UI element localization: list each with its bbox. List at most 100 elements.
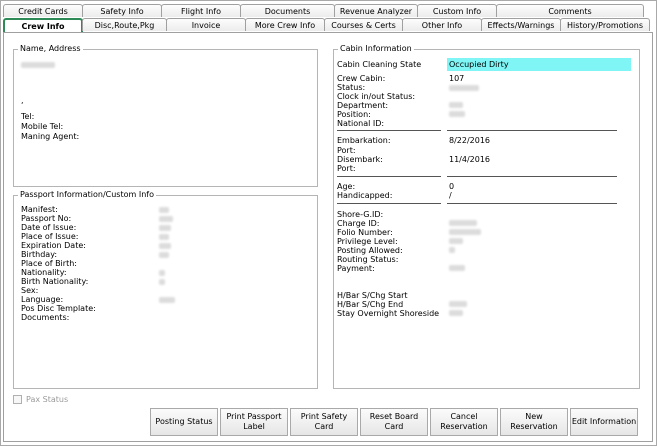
- privilege-level-value: [449, 238, 463, 244]
- pos-disc-template-label: Pos Disc Template:: [21, 304, 96, 313]
- tel-label: Tel:: [21, 112, 35, 121]
- tab-courses-certs[interactable]: Courses & Certs: [324, 18, 403, 31]
- crew-name-value: [21, 62, 55, 68]
- place-of-issue-label: Place of Issue:: [21, 232, 79, 241]
- cabin-cleaning-value[interactable]: Occupied Dirty: [447, 58, 631, 71]
- payment-value: [449, 265, 465, 271]
- tab-more-crew-info[interactable]: More Crew Info: [245, 18, 325, 31]
- language-value: [159, 297, 175, 303]
- cancel-reservation-button[interactable]: Cancel Reservation: [430, 408, 498, 436]
- tab-safety-info[interactable]: Safety Info: [82, 4, 162, 17]
- crew-info-window: Credit Cards Safety Info Flight Info Doc…: [0, 0, 657, 446]
- separator-line: [337, 130, 441, 131]
- age-value: 0: [449, 182, 455, 191]
- passport-no-label: Passport No:: [21, 214, 72, 223]
- handicapped-value: /: [449, 191, 452, 200]
- routing-status-label: Routing Status:: [337, 255, 399, 264]
- charge-id-label: Charge ID:: [337, 219, 380, 228]
- separator-line: [337, 203, 441, 204]
- folio-number-value: [449, 229, 481, 235]
- separator-line: [447, 176, 617, 177]
- payment-label: Payment:: [337, 264, 375, 273]
- nationality-value: [159, 270, 165, 276]
- handicapped-label: Handicapped:: [337, 191, 393, 200]
- tab-row-back: Credit Cards Safety Info Flight Info Doc…: [3, 4, 644, 18]
- mobile-tel-label: Mobile Tel:: [21, 122, 64, 131]
- department-value: [449, 102, 463, 108]
- separator-line: [447, 203, 617, 204]
- maning-agent-label: Maning Agent:: [21, 132, 80, 141]
- age-label: Age:: [337, 182, 356, 191]
- crew-cabin-label: Crew Cabin:: [337, 74, 386, 83]
- hbar-start-label: H/Bar S/Chg Start: [337, 291, 408, 300]
- tab-other-info[interactable]: Other Info: [402, 18, 482, 31]
- tab-revenue-analyzer[interactable]: Revenue Analyzer: [334, 4, 418, 17]
- issue-date-value: [159, 225, 171, 231]
- embarkation-value: 8/22/2016: [449, 136, 491, 145]
- tab-flight-info[interactable]: Flight Info: [161, 4, 241, 17]
- department-label: Department:: [337, 101, 389, 110]
- issue-place-value: [159, 234, 169, 240]
- passport-group: Passport Information/Custom Info Manifes…: [13, 190, 318, 389]
- tab-crew-info[interactable]: Crew Info: [3, 18, 83, 33]
- stay-overnight-label: Stay Overnight Shoreside: [337, 309, 440, 318]
- stay-overnight-value: [449, 310, 463, 316]
- print-safety-card-button[interactable]: Print Safety Card: [290, 408, 358, 436]
- passport-legend: Passport Information/Custom Info: [18, 190, 156, 200]
- position-label: Position:: [337, 110, 371, 119]
- address-comma: ,: [21, 96, 24, 105]
- tab-disc-route-pkg[interactable]: Disc,Route,Pkg: [82, 18, 167, 31]
- folio-number-label: Folio Number:: [337, 228, 393, 237]
- tab-documents[interactable]: Documents: [240, 4, 335, 17]
- tab-effects-warnings[interactable]: Effects/Warnings: [481, 18, 561, 31]
- edit-information-button[interactable]: Edit Information: [570, 408, 638, 436]
- print-passport-label-button[interactable]: Print Passport Label: [220, 408, 288, 436]
- birth-nationality-label: Birth Nationality:: [21, 277, 89, 286]
- birthday-label: Birthday:: [21, 250, 58, 259]
- tab-row-front: Crew Info Disc,Route,Pkg Invoice More Cr…: [3, 18, 650, 33]
- tab-credit-cards[interactable]: Credit Cards: [3, 4, 83, 17]
- birth-nationality-value: [159, 279, 165, 285]
- separator-line: [447, 130, 617, 131]
- separator-line: [337, 176, 441, 177]
- place-of-birth-label: Place of Birth:: [21, 259, 77, 268]
- tab-history-promotions[interactable]: History/Promotions: [560, 18, 650, 31]
- name-address-legend: Name, Address: [18, 44, 83, 54]
- disembark-port-label: Port:: [337, 164, 356, 173]
- date-of-issue-label: Date of Issue:: [21, 223, 77, 232]
- embarkation-label: Embarkation:: [337, 136, 391, 145]
- shore-g-id-label: Shore-G.ID:: [337, 210, 384, 219]
- hbar-end-label: H/Bar S/Chg End: [337, 300, 404, 309]
- posting-allowed-value: [449, 247, 455, 253]
- manifest-value: [159, 207, 169, 213]
- documents-label: Documents:: [21, 313, 70, 322]
- pax-status-box[interactable]: [13, 395, 22, 404]
- nationality-label: Nationality:: [21, 268, 67, 277]
- pax-status-label: Pax Status: [26, 395, 69, 404]
- pax-status-checkbox[interactable]: Pax Status: [13, 395, 68, 404]
- status-label: Status:: [337, 83, 366, 92]
- posting-allowed-label: Posting Allowed:: [337, 246, 403, 255]
- cabin-info-group: Cabin Information Cabin Cleaning State O…: [333, 44, 640, 389]
- embark-port-label: Port:: [337, 146, 356, 155]
- tab-invoice[interactable]: Invoice: [166, 18, 246, 31]
- tab-custom-info[interactable]: Custom Info: [417, 4, 497, 17]
- tab-comments[interactable]: Comments: [496, 4, 644, 17]
- birthday-value: [159, 252, 169, 258]
- name-address-group: Name, Address , Tel: Mobile Tel: Maning …: [13, 44, 318, 187]
- crew-cabin-value: 107: [449, 74, 465, 83]
- new-reservation-button[interactable]: New Reservation: [500, 408, 568, 436]
- hbar-end-value: [449, 301, 467, 307]
- passport-no-value: [159, 216, 173, 222]
- posting-status-button[interactable]: Posting Status: [150, 408, 218, 436]
- expiration-value: [159, 243, 171, 249]
- status-value: [449, 85, 479, 91]
- reset-board-card-button[interactable]: Reset Board Card: [360, 408, 428, 436]
- position-value: [449, 111, 465, 117]
- language-label: Language:: [21, 295, 64, 304]
- disembark-label: Disembark:: [337, 155, 383, 164]
- clock-status-label: Clock in/out Status:: [337, 92, 416, 101]
- cabin-info-legend: Cabin Information: [338, 44, 414, 54]
- expiration-date-label: Expiration Date:: [21, 241, 86, 250]
- cabin-cleaning-label: Cabin Cleaning State: [337, 60, 422, 69]
